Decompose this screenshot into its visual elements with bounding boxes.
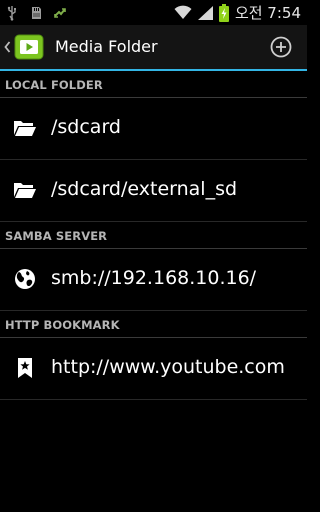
chevron-left-icon[interactable] bbox=[2, 35, 12, 59]
sd-card-icon bbox=[28, 5, 44, 21]
status-time: 오전 7:54 bbox=[234, 4, 301, 22]
sync-icon bbox=[52, 5, 68, 21]
list-item-label: smb://192.168.10.16/ bbox=[51, 267, 257, 289]
media-play-icon[interactable] bbox=[14, 34, 44, 60]
section-header-label: HTTP BOOKMARK bbox=[5, 318, 120, 332]
action-bar: Media Folder bbox=[0, 25, 307, 69]
list-item[interactable]: /sdcard bbox=[0, 98, 307, 160]
globe-icon bbox=[12, 267, 38, 291]
usb-icon bbox=[4, 5, 20, 21]
folder-open-icon bbox=[12, 178, 38, 202]
folder-open-icon bbox=[12, 116, 38, 140]
list-item[interactable]: /sdcard/external_sd bbox=[0, 160, 307, 222]
list-item[interactable]: smb://192.168.10.16/ bbox=[0, 249, 307, 311]
section-header-local-folder: LOCAL FOLDER bbox=[0, 71, 307, 98]
status-system: 오전 7:54 bbox=[169, 3, 301, 22]
section-header-http-bookmark: HTTP BOOKMARK bbox=[0, 311, 307, 338]
list-item-label: http://www.youtube.com bbox=[51, 356, 285, 378]
section-header-label: SAMBA SERVER bbox=[5, 229, 108, 243]
status-notifications bbox=[4, 4, 76, 21]
list-item[interactable]: http://www.youtube.com bbox=[0, 338, 307, 400]
signal-icon bbox=[197, 5, 214, 21]
plus-circle-icon[interactable] bbox=[269, 35, 293, 59]
list-item-label: /sdcard bbox=[51, 116, 121, 138]
list-item-label: /sdcard/external_sd bbox=[51, 178, 238, 200]
section-header-samba-server: SAMBA SERVER bbox=[0, 222, 307, 249]
wifi-icon bbox=[174, 5, 192, 20]
section-header-label: LOCAL FOLDER bbox=[5, 78, 103, 92]
folder-list: LOCAL FOLDER /sdcard /sdcard/external_sd… bbox=[0, 71, 307, 400]
page-title: Media Folder bbox=[55, 37, 158, 56]
bookmark-icon bbox=[12, 356, 38, 380]
battery-charging-icon bbox=[218, 3, 229, 22]
status-bar: 오전 7:54 bbox=[0, 0, 307, 25]
